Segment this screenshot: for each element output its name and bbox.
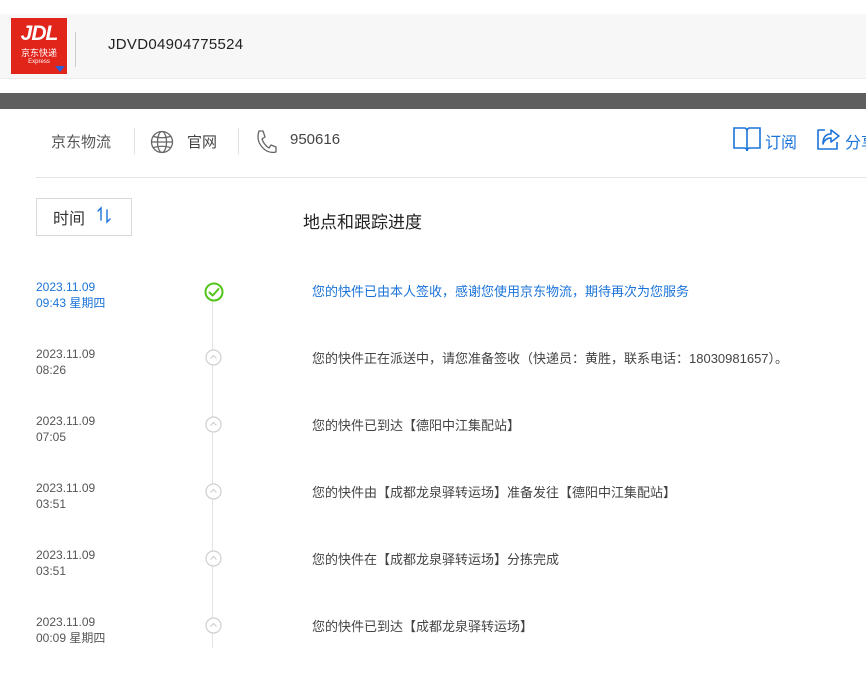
event-date: 2023.11.09 bbox=[36, 280, 96, 294]
event-date: 2023.11.09 bbox=[36, 481, 96, 495]
jdl-express-logo[interactable]: JDL 京东快递 Express bbox=[11, 18, 67, 74]
official-website-link[interactable]: 官网 bbox=[187, 131, 217, 152]
subscribe-button[interactable]: 订阅 bbox=[733, 126, 798, 157]
divider bbox=[36, 177, 866, 178]
check-circle-icon bbox=[204, 282, 224, 307]
event-description: 您的快件已到达【成都龙泉驿转运场】 bbox=[312, 619, 534, 634]
event-time: 07:05 bbox=[36, 430, 67, 444]
shade-bar bbox=[0, 93, 866, 109]
event-description: 您的快件已由本人签收，感谢您使用京东物流，期待再次为您服务 bbox=[312, 284, 690, 299]
up-arrow-circle-icon bbox=[205, 550, 222, 572]
event-time: 08:26 bbox=[36, 363, 67, 377]
event-time: 09:43 星期四 bbox=[36, 296, 106, 310]
tracking-card: 京东物流 官网 950616 订阅 分 时间 地点和跟踪进度 2023.11.0… bbox=[0, 109, 866, 648]
tracking-number[interactable]: JDVD04904775524 bbox=[108, 36, 243, 53]
event-description: 您的快件已到达【德阳中江集配站】 bbox=[312, 418, 521, 433]
sort-label: 时间 bbox=[53, 211, 86, 228]
timeline-event: 2023.11.09 09:43 星期四 您的快件已由本人签收，感谢您使用京东物… bbox=[0, 279, 866, 339]
carrier-info-row: 京东物流 官网 950616 订阅 分 bbox=[0, 109, 866, 177]
service-phone-number[interactable]: 950616 bbox=[290, 131, 340, 148]
timeline-event: 2023.11.09 03:51 您的快件由【成都龙泉驿转运场】准备发往【德阳中… bbox=[0, 480, 866, 540]
divider bbox=[134, 128, 135, 154]
carrier-name: 京东物流 bbox=[51, 134, 112, 151]
divider bbox=[75, 32, 76, 67]
phone-icon bbox=[254, 129, 278, 160]
event-description: 您的快件在【成都龙泉驿转运场】分拣完成 bbox=[312, 552, 560, 567]
timeline-event: 2023.11.09 08:26 您的快件正在派送中，请您准备签收（快递员：黄胜… bbox=[0, 346, 866, 406]
share-button[interactable]: 分享 bbox=[815, 128, 866, 154]
sort-by-time-button[interactable]: 时间 bbox=[36, 198, 132, 236]
top-bar: JDL 京东快递 Express JDVD04904775524 bbox=[0, 14, 866, 79]
logo-english: Express bbox=[28, 59, 50, 65]
event-description: 您的快件正在派送中，请您准备签收（快递员：黄胜，联系电话：18030981657… bbox=[312, 351, 789, 366]
share-label: 分享 bbox=[845, 135, 866, 152]
timeline-event: 2023.11.09 00:09 星期四 您的快件已到达【成都龙泉驿转运场】 bbox=[0, 614, 866, 674]
event-time: 03:51 bbox=[36, 497, 67, 511]
up-arrow-circle-icon bbox=[205, 349, 222, 371]
event-time: 03:51 bbox=[36, 564, 67, 578]
timeline-event: 2023.11.09 03:51 您的快件在【成都龙泉驿转运场】分拣完成 bbox=[0, 547, 866, 607]
subscribe-label: 订阅 bbox=[765, 135, 798, 152]
divider bbox=[238, 128, 239, 154]
event-date: 2023.11.09 bbox=[36, 548, 96, 562]
up-arrow-circle-icon bbox=[205, 483, 222, 505]
tracking-progress-heading: 地点和跟踪进度 bbox=[303, 213, 422, 232]
timeline-event: 2023.11.09 07:05 您的快件已到达【德阳中江集配站】 bbox=[0, 413, 866, 473]
sort-arrows-icon bbox=[97, 205, 111, 229]
logo-subtext: 京东快递 bbox=[20, 48, 57, 58]
up-arrow-circle-icon bbox=[205, 617, 222, 639]
up-arrow-circle-icon bbox=[205, 416, 222, 438]
event-description: 您的快件由【成都龙泉驿转运场】准备发往【德阳中江集配站】 bbox=[312, 485, 677, 500]
event-date: 2023.11.09 bbox=[36, 347, 96, 361]
globe-icon bbox=[150, 130, 174, 159]
event-date: 2023.11.09 bbox=[36, 615, 96, 629]
carrier-dropdown-caret-icon[interactable] bbox=[55, 66, 65, 72]
share-icon bbox=[815, 126, 841, 157]
event-date: 2023.11.09 bbox=[36, 414, 96, 428]
logo-text: JDL bbox=[20, 22, 59, 45]
book-icon bbox=[733, 126, 761, 157]
